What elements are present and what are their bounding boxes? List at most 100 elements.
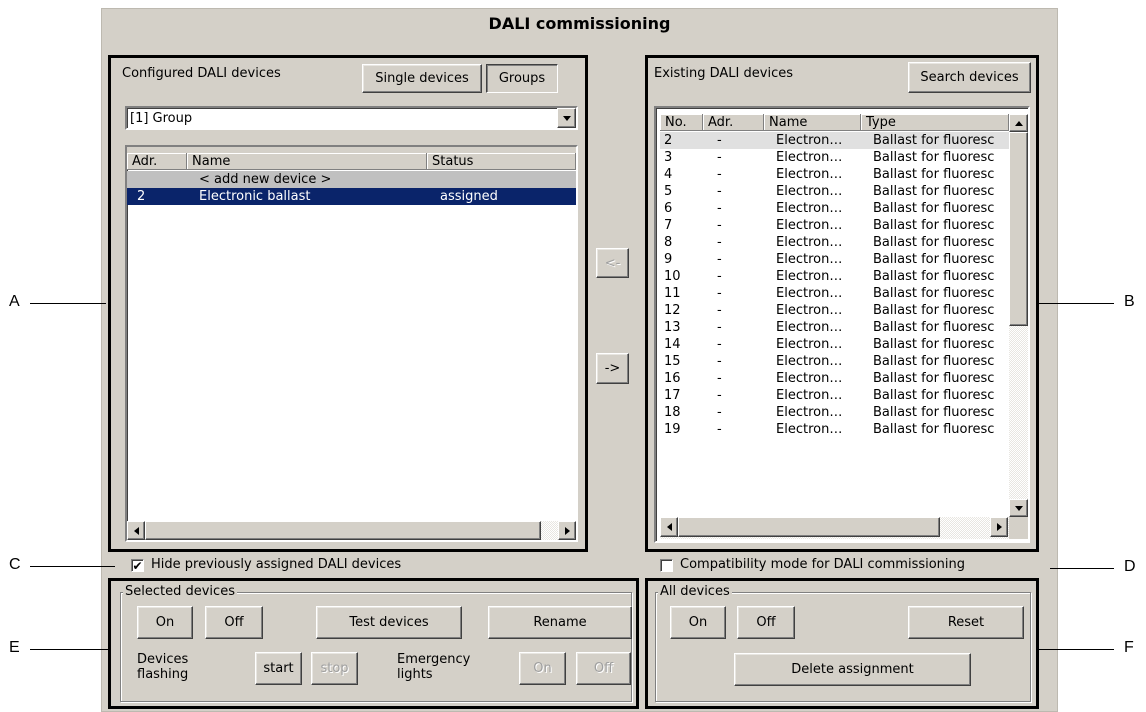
callout-line-b bbox=[1039, 303, 1114, 304]
group-select[interactable]: [1] Group bbox=[125, 106, 578, 130]
test-devices-button[interactable]: Test devices bbox=[316, 606, 462, 639]
device-name: Electron… bbox=[776, 303, 843, 318]
column-header-name[interactable]: Name bbox=[187, 153, 427, 170]
reset-button[interactable]: Reset bbox=[908, 606, 1024, 639]
device-adr: - bbox=[717, 303, 722, 318]
device-adr: - bbox=[717, 422, 722, 437]
move-left-button[interactable]: <- bbox=[596, 248, 629, 278]
table-row[interactable]: 2 Electronic ballast assigned bbox=[127, 188, 576, 205]
emergency-lights-label: Emergency lights bbox=[397, 652, 471, 682]
device-name: Electron… bbox=[776, 354, 843, 369]
search-devices-button[interactable]: Search devices bbox=[908, 62, 1031, 93]
table-row[interactable]: 6 - Electron… Ballast for fluoresc bbox=[660, 200, 1009, 217]
device-no: 10 bbox=[664, 269, 681, 284]
configured-devices-list[interactable]: Adr. Name Status < add new device > 2 El… bbox=[125, 145, 578, 542]
horizontal-scrollbar[interactable] bbox=[660, 517, 1009, 539]
device-type: Ballast for fluoresc bbox=[873, 201, 995, 216]
table-row[interactable]: 9 - Electron… Ballast for fluoresc bbox=[660, 251, 1009, 268]
device-adr: - bbox=[717, 201, 722, 216]
device-adr: - bbox=[717, 320, 722, 335]
callout-label-f: F bbox=[1124, 639, 1134, 656]
horizontal-scrollbar[interactable] bbox=[127, 521, 576, 540]
add-new-device-row[interactable]: < add new device > bbox=[127, 171, 576, 188]
delete-assignment-button[interactable]: Delete assignment bbox=[734, 653, 971, 686]
dialog-title: DALI commissioning bbox=[488, 14, 671, 33]
emergency-on-button[interactable]: On bbox=[519, 652, 566, 685]
device-type: Ballast for fluoresc bbox=[873, 167, 995, 182]
all-on-button[interactable]: On bbox=[670, 606, 726, 639]
scroll-thumb[interactable] bbox=[678, 517, 940, 537]
device-type: Ballast for fluoresc bbox=[873, 235, 995, 250]
column-header-no[interactable]: No. bbox=[660, 114, 703, 131]
device-type: Ballast for fluoresc bbox=[873, 286, 995, 301]
scroll-left-icon[interactable] bbox=[127, 521, 145, 540]
device-adr: - bbox=[717, 405, 722, 420]
device-type: Ballast for fluoresc bbox=[873, 422, 995, 437]
rename-button[interactable]: Rename bbox=[488, 606, 632, 639]
table-row[interactable]: 15 - Electron… Ballast for fluoresc bbox=[660, 353, 1009, 370]
device-name: Electron… bbox=[776, 133, 843, 148]
scroll-thumb[interactable] bbox=[145, 521, 541, 540]
column-header-type[interactable]: Type bbox=[861, 114, 1009, 131]
column-header-adr[interactable]: Adr. bbox=[127, 153, 187, 170]
device-name: Electron… bbox=[776, 422, 843, 437]
table-row[interactable]: 12 - Electron… Ballast for fluoresc bbox=[660, 302, 1009, 319]
checkmark-icon: ✔ bbox=[132, 558, 143, 573]
table-row[interactable]: 18 - Electron… Ballast for fluoresc bbox=[660, 404, 1009, 421]
flash-stop-button[interactable]: stop bbox=[311, 652, 358, 685]
device-type: Ballast for fluoresc bbox=[873, 269, 995, 284]
scroll-right-icon[interactable] bbox=[558, 521, 576, 540]
scroll-right-icon[interactable] bbox=[990, 517, 1008, 537]
device-no: 12 bbox=[664, 303, 681, 318]
existing-devices-heading: Existing DALI devices bbox=[654, 66, 793, 81]
table-row[interactable]: 5 - Electron… Ballast for fluoresc bbox=[660, 183, 1009, 200]
table-row[interactable]: 10 - Electron… Ballast for fluoresc bbox=[660, 268, 1009, 285]
scroll-up-icon[interactable] bbox=[1009, 114, 1028, 132]
chevron-down-icon[interactable] bbox=[557, 108, 576, 128]
flash-start-button[interactable]: start bbox=[255, 652, 302, 685]
device-adr: - bbox=[717, 167, 722, 182]
device-name: Electron… bbox=[776, 201, 843, 216]
callout-line-f bbox=[1039, 649, 1114, 650]
device-adr: - bbox=[717, 235, 722, 250]
list-item-name: < add new device > bbox=[199, 172, 332, 187]
scroll-left-icon[interactable] bbox=[660, 517, 678, 537]
column-header-status[interactable]: Status bbox=[427, 153, 576, 170]
table-row[interactable]: 2 - Electron… Ballast for fluoresc bbox=[660, 132, 1009, 149]
table-row[interactable]: 13 - Electron… Ballast for fluoresc bbox=[660, 319, 1009, 336]
table-row[interactable]: 7 - Electron… Ballast for fluoresc bbox=[660, 217, 1009, 234]
column-header-adr[interactable]: Adr. bbox=[703, 114, 764, 131]
single-devices-button[interactable]: Single devices bbox=[362, 64, 482, 93]
table-row[interactable]: 14 - Electron… Ballast for fluoresc bbox=[660, 336, 1009, 353]
selected-off-button[interactable]: Off bbox=[205, 606, 263, 639]
column-header-name[interactable]: Name bbox=[764, 114, 861, 131]
callout-label-c: C bbox=[9, 556, 21, 573]
scrollbar-corner bbox=[1009, 517, 1028, 539]
device-no: 16 bbox=[664, 371, 681, 386]
groups-button[interactable]: Groups bbox=[486, 64, 558, 93]
emergency-off-button[interactable]: Off bbox=[576, 652, 631, 685]
device-no: 9 bbox=[664, 252, 673, 267]
move-right-button[interactable]: -> bbox=[596, 353, 629, 384]
compatibility-mode-checkbox[interactable] bbox=[660, 559, 673, 572]
existing-devices-list[interactable]: No. Adr. Name Type 2 - Electron… Ballast fo… bbox=[654, 106, 1030, 543]
table-row[interactable]: 4 - Electron… Ballast for fluoresc bbox=[660, 166, 1009, 183]
device-name: Electron… bbox=[776, 184, 843, 199]
device-type: Ballast for fluoresc bbox=[873, 354, 995, 369]
hide-assigned-checkbox[interactable]: ✔ bbox=[131, 559, 144, 572]
all-off-button[interactable]: Off bbox=[737, 606, 795, 639]
vertical-scrollbar[interactable] bbox=[1009, 114, 1028, 517]
scroll-thumb[interactable] bbox=[1009, 132, 1028, 326]
device-type: Ballast for fluoresc bbox=[873, 150, 995, 165]
device-adr: - bbox=[717, 354, 722, 369]
table-row[interactable]: 11 - Electron… Ballast for fluoresc bbox=[660, 285, 1009, 302]
selected-on-button[interactable]: On bbox=[137, 606, 193, 639]
device-name: Electron… bbox=[776, 269, 843, 284]
table-row[interactable]: 3 - Electron… Ballast for fluoresc bbox=[660, 149, 1009, 166]
scroll-down-icon[interactable] bbox=[1009, 499, 1028, 517]
existing-rows: 2 - Electron… Ballast for fluoresc 3 - Electro… bbox=[660, 132, 1009, 517]
table-row[interactable]: 16 - Electron… Ballast for fluoresc bbox=[660, 370, 1009, 387]
table-row[interactable]: 19 - Electron… Ballast for fluoresc bbox=[660, 421, 1009, 438]
table-row[interactable]: 8 - Electron… Ballast for fluoresc bbox=[660, 234, 1009, 251]
table-row[interactable]: 17 - Electron… Ballast for fluoresc bbox=[660, 387, 1009, 404]
